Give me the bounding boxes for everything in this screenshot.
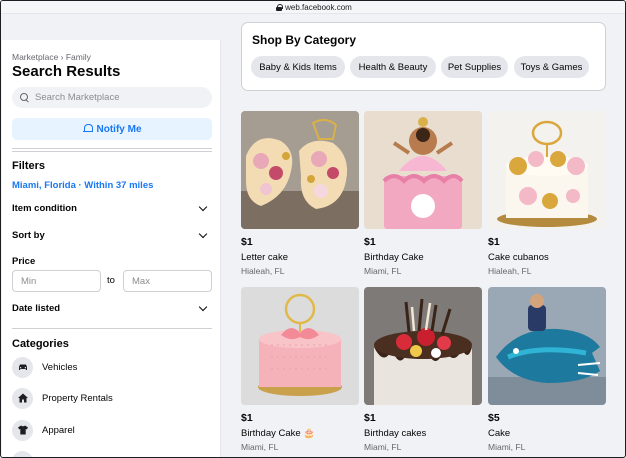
shop-by-category-title: Shop By Category [252, 33, 357, 47]
divider [12, 328, 212, 329]
search-input[interactable] [35, 92, 205, 103]
listing-title: Birthday cakes [364, 428, 427, 439]
breadcrumb[interactable]: Marketplace › Family [12, 52, 91, 62]
car-icon [12, 356, 33, 378]
listing-title: Cake [488, 428, 511, 439]
listing-price: $1 [364, 236, 376, 248]
listing-card[interactable]: $1 Birthday cakes Miami, FL [364, 287, 482, 452]
listing-title: Birthday Cake [364, 252, 424, 263]
sidebar: Marketplace › Family Search Results Noti… [2, 40, 221, 457]
chevron-down-icon [198, 229, 208, 238]
listing-photo[interactable] [364, 287, 482, 405]
chip-toys-games[interactable]: Toys & Games [514, 56, 589, 78]
chevron-down-icon [198, 302, 208, 311]
location-filter[interactable]: Miami, Florida · Within 37 miles [12, 180, 153, 191]
shirt-icon [12, 419, 33, 441]
category-apparel[interactable]: Apparel [12, 418, 212, 442]
listing-card[interactable]: $1 Cake cubanos Hialeah, FL [488, 111, 606, 276]
listing-photo[interactable] [364, 111, 482, 229]
notify-me-button[interactable]: Notify Me [12, 118, 212, 140]
item-condition-filter[interactable]: Item condition [12, 199, 212, 217]
listing-title: Birthday Cake 🎂 [241, 428, 316, 439]
price-min-input[interactable] [12, 270, 101, 292]
listing-photo[interactable] [488, 111, 606, 229]
search-icon [20, 93, 29, 102]
listing-card[interactable]: $5 Cake Miami, FL [488, 287, 606, 452]
price-label: Price [12, 256, 36, 267]
listing-photo[interactable] [488, 287, 606, 405]
category-icon[interactable] [12, 451, 33, 457]
listing-price: $5 [488, 412, 500, 424]
divider [12, 151, 212, 152]
listing-card[interactable]: $1 Birthday Cake 🎂 Miami, FL [241, 287, 359, 452]
browser-frame: web.facebook.com Marketplace › Family Se… [0, 0, 626, 458]
date-listed-label: Date listed [12, 302, 61, 314]
listing-card[interactable]: $1 Birthday Cake Miami, FL [364, 111, 482, 276]
listing-price: $1 [241, 412, 253, 424]
category-label: Vehicles [42, 361, 78, 373]
categories-heading: Categories [12, 338, 69, 350]
category-property-rentals[interactable]: Property Rentals [12, 386, 212, 410]
listing-location: Hialeah, FL [488, 266, 532, 276]
sort-by-label: Sort by [12, 229, 45, 241]
listing-title: Cake cubanos [488, 252, 549, 263]
listing-photo[interactable] [241, 111, 359, 229]
listing-location: Miami, FL [488, 442, 526, 452]
listing-location: Hialeah, FL [241, 266, 285, 276]
bell-icon [82, 124, 93, 134]
listing-price: $1 [241, 236, 253, 248]
page-title: Search Results [12, 63, 121, 80]
listing-price: $1 [364, 412, 376, 424]
lock-icon [276, 3, 284, 11]
category-label: Property Rentals [42, 392, 113, 404]
listing-price: $1 [488, 236, 500, 248]
chevron-down-icon [198, 202, 208, 211]
chip-health-beauty[interactable]: Health & Beauty [350, 56, 436, 78]
category-label: Apparel [42, 424, 75, 436]
notify-me-label: Notify Me [96, 123, 142, 135]
date-listed-filter[interactable]: Date listed [12, 299, 212, 317]
search-box[interactable] [12, 87, 212, 108]
item-condition-label: Item condition [12, 202, 77, 214]
shop-by-category-card: Shop By Category Baby & Kids Items Healt… [241, 22, 606, 91]
divider [12, 148, 212, 149]
chip-pet-supplies[interactable]: Pet Supplies [441, 56, 508, 78]
url-text: web.facebook.com [285, 2, 352, 12]
listing-title: Letter cake [241, 252, 288, 263]
price-to-label: to [107, 275, 115, 286]
listing-photo[interactable] [241, 287, 359, 405]
price-max-input[interactable] [123, 270, 212, 292]
category-vehicles[interactable]: Vehicles [12, 355, 212, 379]
house-icon [12, 387, 33, 409]
address-bar[interactable]: web.facebook.com [1, 1, 625, 14]
listing-location: Miami, FL [241, 442, 279, 452]
listing-location: Miami, FL [364, 266, 402, 276]
sort-by-filter[interactable]: Sort by [12, 226, 212, 244]
listing-location: Miami, FL [364, 442, 402, 452]
listing-card[interactable]: $1 Letter cake Hialeah, FL [241, 111, 359, 276]
filters-heading: Filters [12, 160, 46, 172]
chip-baby-kids-items[interactable]: Baby & Kids Items [251, 56, 345, 78]
